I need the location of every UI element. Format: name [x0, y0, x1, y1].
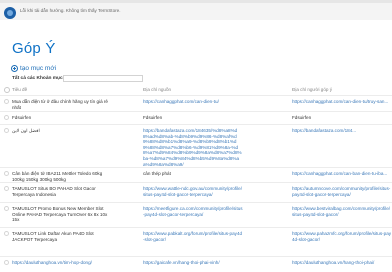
row-link: cân thép phát	[143, 171, 171, 176]
row-title[interactable]: TAMUSLOT Situs BO PAHAD Slot Gacor Terpe…	[12, 186, 115, 197]
plus-circle-icon	[11, 64, 18, 72]
row-select-checkbox[interactable]	[4, 186, 9, 191]
row-select-checkbox[interactable]	[4, 99, 9, 104]
row-title[interactable]: TAMUSLOT Promo Bonus New Member Slot Onl…	[12, 206, 115, 223]
row-address[interactable]: https://www.pahazmfc.org/forum/profile/s…	[292, 231, 392, 242]
row-link: Fdsuirfen	[143, 115, 163, 120]
column-header-title[interactable]: Tiêu đề	[12, 87, 27, 92]
row-address[interactable]: https://canhaggphat.com/can-dien-tu/truy…	[292, 99, 392, 105]
row-link[interactable]: https://canhaggphat.com/can-dien-tu/	[143, 99, 243, 105]
new-item-button[interactable]: tạo mục mới	[11, 64, 56, 72]
row-select-checkbox[interactable]	[4, 231, 9, 236]
row-select-checkbox[interactable]	[4, 171, 9, 176]
row-address[interactable]: https://autumncove.com/community/profile…	[292, 186, 392, 197]
row-title[interactable]: Fdsuirfen	[12, 115, 115, 121]
row-link[interactable]: https://gaicafe.vn/hang-thoi-phai-vinh/	[143, 260, 243, 266]
table-row[interactable]: Mua dẫn điện từ ở đâu chính hãng uy tín …	[0, 95, 392, 111]
navigation-error-notice: Lỗi khi tải dẫn hướng. Không tìm thấy Te…	[20, 8, 121, 13]
search-input[interactable]	[63, 75, 143, 82]
table-row[interactable]: Cân bàn điện tử IBA211 Mettler Toledo 60…	[0, 167, 392, 182]
row-address[interactable]: https://bandafastaza.com/184...	[292, 128, 392, 134]
row-title[interactable]: افضل اون لاين	[12, 128, 115, 134]
row-address[interactable]: https://www.bestviralbag.com/community/p…	[292, 206, 392, 217]
row-address[interactable]: https://dauluthanghoa.vn/hang-thoi-phai/	[292, 260, 392, 266]
row-title[interactable]: Cân bàn điện tử IBA211 Mettler Toledo 60…	[12, 171, 115, 182]
view-filter-all-items[interactable]: Tất cả các Khoản mục	[12, 76, 63, 81]
row-link[interactable]: https://bandafastaza.com/184635/%d8%a8%d…	[143, 128, 243, 167]
table-row[interactable]: TAMUSLOT Link Daftar Akun PA4D Slot JACK…	[0, 227, 392, 255]
row-link[interactable]: https://meetfigure.ca.com/community/prof…	[143, 206, 243, 217]
row-select-checkbox[interactable]	[4, 115, 9, 120]
column-header-link[interactable]: Địa chỉ nguồn	[143, 87, 171, 92]
suite-bar	[0, 0, 392, 3]
row-title[interactable]: TAMUSLOT Link Daftar Akun PA4D Slot JACK…	[12, 231, 115, 242]
row-title[interactable]: Mua dẫn điện từ ở đâu chính hãng uy tín …	[12, 99, 115, 110]
table-row[interactable]: https://dauluthanghoa.vn/tim-hop-dong/ h…	[0, 256, 392, 272]
row-select-checkbox[interactable]	[4, 260, 9, 265]
table-row[interactable]: TAMUSLOT Promo Bonus New Member Slot Onl…	[0, 202, 392, 226]
row-link[interactable]: https://www.pabkalt.org/forum/profile/si…	[143, 231, 243, 242]
sharepoint-logo-icon[interactable]	[4, 7, 16, 19]
row-title[interactable]: https://dauluthanghoa.vn/tim-hop-dong/	[12, 260, 115, 266]
page-title: Góp Ý	[12, 40, 56, 57]
row-select-checkbox[interactable]	[4, 128, 9, 133]
row-link[interactable]: https://www.wattle-ndc.gov.au/community/…	[143, 186, 243, 197]
row-address[interactable]: https://canhaggphat.com/can-ban-dien-tu-…	[292, 171, 392, 177]
table-row[interactable]: TAMUSLOT Situs BO PAHAD Slot Gacor Terpe…	[0, 182, 392, 201]
new-item-label: tạo mục mới	[20, 64, 57, 72]
select-all-checkbox[interactable]	[4, 87, 10, 93]
table-row[interactable]: Fdsuirfen Fdsuirfen Fdsuirfen	[0, 111, 392, 123]
row-address: Fdsuirfen	[292, 115, 312, 120]
row-select-checkbox[interactable]	[4, 206, 9, 211]
column-header-address[interactable]: Địa chỉ người góp ý	[292, 87, 332, 92]
table-row[interactable]: افضل اون لاين https://bandafastaza.com/1…	[0, 124, 392, 167]
